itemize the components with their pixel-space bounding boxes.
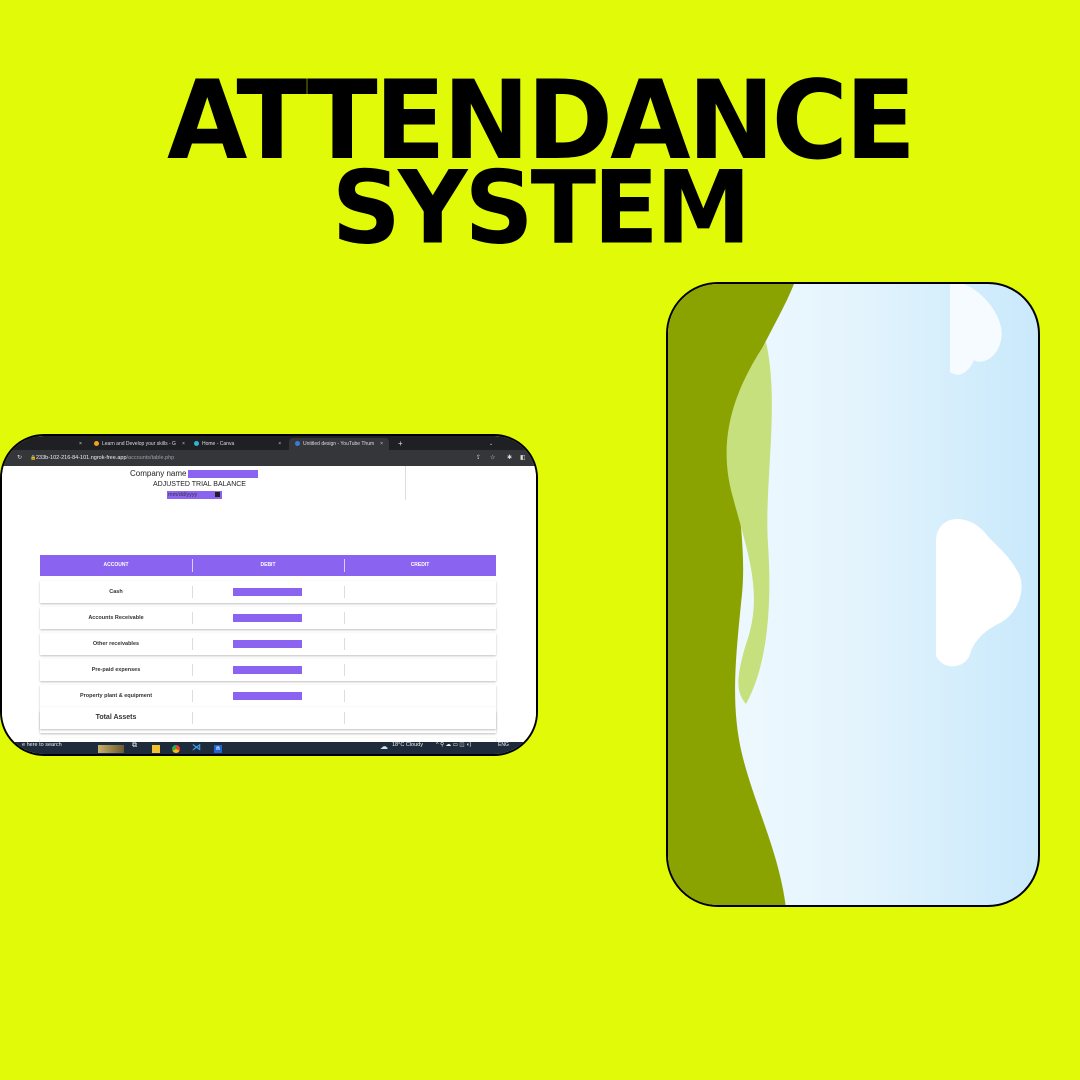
table-row: Property plant & equipment bbox=[40, 685, 496, 707]
total-label: Total Assets bbox=[95, 714, 137, 721]
close-icon[interactable]: × bbox=[182, 441, 185, 447]
divider bbox=[192, 612, 193, 624]
debit-input[interactable] bbox=[233, 588, 302, 596]
browser-tab-bar: × Learn and Develop your skills - G × Hom… bbox=[2, 436, 536, 450]
account-label: Pre-paid expenses bbox=[91, 667, 141, 673]
account-label: Accounts Receivable bbox=[88, 615, 144, 621]
star-icon bbox=[94, 441, 99, 447]
debit-input[interactable] bbox=[233, 666, 302, 674]
divider bbox=[344, 712, 345, 724]
debit-input[interactable] bbox=[233, 692, 302, 700]
table-row: Pre-paid expenses bbox=[40, 659, 496, 681]
account-label: Cash bbox=[109, 589, 123, 595]
tab-close-icon[interactable]: × bbox=[79, 438, 82, 450]
column-account: ACCOUNT bbox=[103, 562, 129, 568]
total-row: Total Assets bbox=[40, 707, 496, 729]
divider bbox=[192, 712, 193, 724]
divider bbox=[192, 586, 193, 598]
table-header: ACCOUNT DEBIT CREDIT bbox=[40, 555, 496, 576]
divider bbox=[344, 664, 345, 676]
report-heading: ADJUSTED TRIAL BALANCE bbox=[153, 481, 246, 488]
divider bbox=[344, 638, 345, 650]
account-label: Other receivables bbox=[92, 641, 140, 647]
share-icon[interactable]: ⇪ bbox=[476, 453, 481, 463]
n-app-icon[interactable]: n bbox=[214, 745, 222, 753]
extensions-icon[interactable]: ✱ bbox=[507, 453, 512, 463]
sidepanel-icon[interactable]: ◧ bbox=[520, 453, 526, 463]
windows-taskbar: e here to search ⧉ ⋊ n ☁ 18°C Cloudy ^ ⚲… bbox=[2, 742, 536, 754]
divider bbox=[344, 690, 345, 702]
debit-input[interactable] bbox=[233, 614, 302, 622]
language-indicator[interactable]: ENG bbox=[498, 742, 509, 754]
account-label: Property plant & equipment bbox=[79, 693, 153, 699]
vscode-icon[interactable]: ⋊ bbox=[192, 742, 201, 754]
hill-and-clouds-svg bbox=[668, 284, 1022, 905]
divider bbox=[405, 466, 406, 500]
chrome-icon[interactable] bbox=[172, 745, 180, 753]
column-credit: CREDIT bbox=[410, 562, 430, 568]
tab-canva-home[interactable]: Home - Canva × bbox=[194, 438, 281, 450]
divider bbox=[192, 664, 193, 676]
task-view-icon[interactable]: ⧉ bbox=[132, 742, 137, 754]
reload-icon[interactable]: ↻ bbox=[17, 453, 22, 463]
search-highlight-icon bbox=[98, 745, 124, 753]
divider bbox=[344, 586, 345, 598]
weather-text[interactable]: 18°C Cloudy bbox=[392, 742, 423, 754]
dark-hill bbox=[668, 284, 794, 905]
calendar-icon[interactable] bbox=[215, 492, 220, 497]
cloud-middle bbox=[936, 519, 1022, 667]
table-row: Other receivables bbox=[40, 633, 496, 655]
landscape-illustration bbox=[666, 282, 1040, 907]
canva-heart-icon bbox=[295, 441, 300, 447]
debit-input[interactable] bbox=[233, 640, 302, 648]
canva-icon bbox=[194, 441, 199, 447]
url-text[interactable]: 233b-102-216-84-101.ngrok-free.app/accou… bbox=[36, 453, 174, 463]
close-icon[interactable]: × bbox=[380, 441, 383, 447]
date-input[interactable]: mm/dd/yyyy bbox=[167, 491, 222, 499]
table-row: Accounts Receivable bbox=[40, 607, 496, 629]
folder-icon[interactable] bbox=[152, 745, 160, 753]
tray-icons[interactable]: ^ ⚲ ☁ ▭ ◫ ◖) bbox=[436, 742, 471, 754]
column-debit: DEBIT bbox=[260, 562, 276, 568]
company-name-input[interactable] bbox=[188, 470, 258, 478]
title-line-2: SYSTEM bbox=[331, 149, 751, 267]
tab-untitled-design[interactable]: Untitled design - YouTube Thum × bbox=[289, 438, 390, 450]
company-name-label: Company name bbox=[130, 469, 187, 478]
close-icon[interactable]: × bbox=[278, 441, 281, 447]
tab-learn[interactable]: Learn and Develop your skills - G × bbox=[94, 438, 185, 450]
cloud-icon: ☁ bbox=[380, 742, 388, 751]
new-tab-button[interactable]: + bbox=[398, 438, 403, 450]
divider bbox=[192, 638, 193, 650]
app-screenshot: × Learn and Develop your skills - G × Hom… bbox=[0, 434, 538, 756]
divider bbox=[192, 690, 193, 702]
chevron-down-icon[interactable]: ⌄ bbox=[489, 438, 493, 450]
address-bar[interactable]: ↻ 🔒 233b-102-216-84-101.ngrok-free.app/a… bbox=[2, 450, 536, 466]
page-content: Company name ADJUSTED TRIAL BALANCE mm/d… bbox=[2, 466, 536, 742]
cloud-top bbox=[950, 284, 1002, 375]
taskbar-search[interactable]: e here to search bbox=[22, 742, 62, 754]
divider bbox=[344, 612, 345, 624]
bookmark-star-icon[interactable]: ☆ bbox=[490, 453, 495, 463]
table-row: Cash bbox=[40, 581, 496, 603]
